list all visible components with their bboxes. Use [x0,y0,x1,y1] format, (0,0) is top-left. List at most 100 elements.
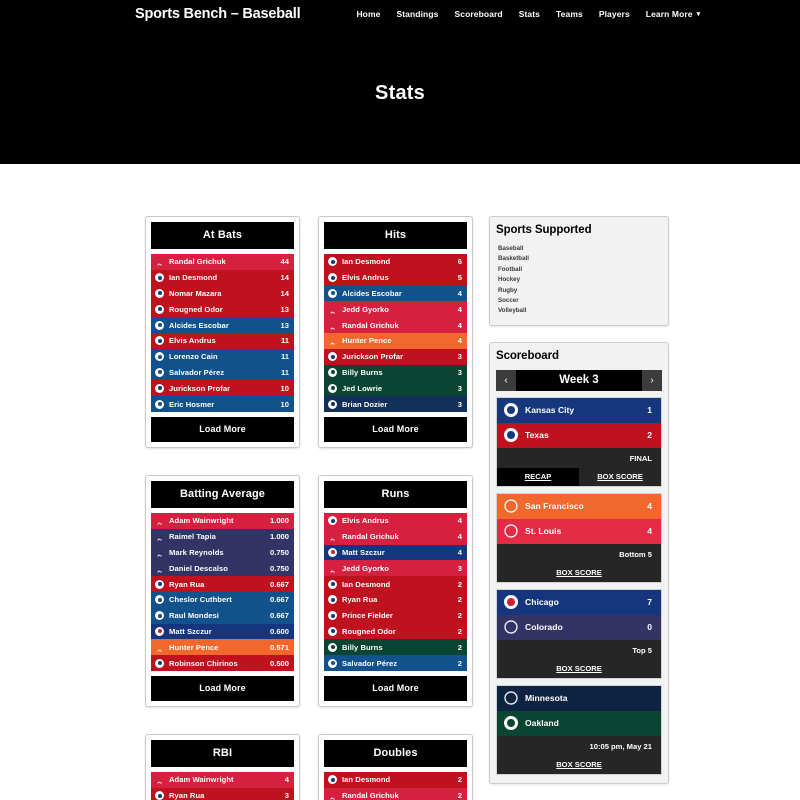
sport-list-item[interactable]: Rugby [498,286,662,296]
stat-row[interactable]: Robinson Chirinos 0.500 [151,655,294,671]
stat-row[interactable]: Ryan Rua 2 [324,591,467,608]
stat-row[interactable]: Ian Desmond 6 [324,254,467,270]
sports-supported-title: Sports Supported [496,224,592,236]
nav-item-home[interactable]: Home [356,9,380,19]
sport-list-item[interactable]: Baseball [498,244,662,254]
stat-row[interactable]: Ian Desmond 2 [324,771,467,788]
stat-row[interactable]: Adam Wainwright 1.000 [151,512,294,529]
stat-row[interactable]: Brian Dozier 3 [324,396,467,412]
stat-row[interactable]: Lorenzo Cain 11 [151,348,294,365]
home-team-row[interactable]: Texas 2 [497,422,661,448]
home-team-row[interactable]: St. Louis 4 [497,518,661,544]
stat-row[interactable]: Daniel Descalso 0.750 [151,560,294,577]
nav-item-standings[interactable]: Standings [396,9,438,19]
stat-row[interactable]: Randal Grichuk 44 [151,254,294,270]
stat-row[interactable]: Elvis Andrus 5 [324,269,467,286]
team-logo-icon [155,320,164,330]
stat-row[interactable]: Matt Szczur 0.600 [151,623,294,640]
stat-row[interactable]: Alcides Escobar 4 [324,285,467,302]
load-more-button[interactable]: Load More [151,416,294,442]
nav-item-teams[interactable]: Teams [556,9,583,19]
stat-value: 3 [457,367,462,377]
stat-value: 4 [457,532,462,542]
box-score-link[interactable]: BOX SCORE [497,756,661,774]
stat-card-rows: Elvis Andrus 4 Randal Grichuk 4 Matt Szczur 4… [324,512,467,671]
stat-card-runs: Runs Elvis Andrus 4 Randal Grichuk 4 Matt Szc… [318,474,473,707]
chevron-left-icon[interactable]: ‹ [496,369,516,391]
stat-row[interactable]: Rougned Odor 2 [324,623,467,640]
team-logo-icon [504,499,518,514]
sport-list-item[interactable]: Hockey [498,275,662,285]
load-more-button[interactable]: Load More [151,675,294,701]
stat-value: 11 [280,367,289,377]
stat-row[interactable]: Salvador Pérez 2 [324,655,467,671]
team-logo-icon [328,547,337,557]
away-team-row[interactable]: Kansas City 1 [497,397,661,423]
stat-row[interactable]: Ryan Rua 3 [151,787,294,800]
stat-row[interactable]: Cheslor Cuthbert 0.667 [151,591,294,608]
player-name: Rougned Odor [342,626,396,636]
stat-row[interactable]: Jedd Gyorko 3 [324,560,467,577]
stat-value: 6 [457,257,462,267]
player-name: Alcides Escobar [169,320,229,330]
stat-row[interactable]: Nomar Mazara 14 [151,285,294,302]
chevron-right-icon[interactable]: › [642,369,662,391]
stat-card-rows: Adam Wainwright4Ryan Rua3Robinson Chirin… [151,771,294,800]
stat-row[interactable]: Salvador Pérez 11 [151,364,294,381]
nav-item-scoreboard[interactable]: Scoreboard [454,9,502,19]
nav-item-stats[interactable]: Stats [519,9,540,19]
stat-row[interactable]: Eric Hosmer 10 [151,396,294,412]
box-score-link[interactable]: BOX SCORE [579,468,661,486]
scoreboard-widget: Scoreboard ‹ Week 3 › Kansas City 1 Texas 2… [489,341,669,784]
stat-row[interactable]: Matt Szczur 4 [324,544,467,561]
stat-row[interactable]: Elvis Andrus 4 [324,512,467,529]
stat-row[interactable]: Randal Grichuk 4 [324,317,467,333]
recap-link[interactable]: RECAP [497,467,579,486]
load-more-button[interactable]: Load More [324,675,467,701]
stat-row[interactable]: Hunter Pence 0.571 [151,639,294,656]
player-name: Hunter Pence [342,336,392,346]
stat-row[interactable]: Raimel Tapia 1.000 [151,528,294,545]
nav-item-players[interactable]: Players [599,9,630,19]
stat-row[interactable]: Raul Mondesi 0.667 [151,607,294,624]
team-logo-icon [155,352,164,362]
box-score-link[interactable]: BOX SCORE [497,660,661,678]
stat-row[interactable]: Billy Burns 2 [324,639,467,656]
scoreboard-title: Scoreboard [496,349,559,362]
scoreboard-game: Chicago 7 Colorado 0 Top 5 BOX SCORE [496,588,662,679]
sport-list-item[interactable]: Soccer [498,296,662,306]
stat-row[interactable]: Jed Lowrie 3 [324,380,467,397]
stat-row[interactable]: Jurickson Profar 3 [324,348,467,365]
stat-row[interactable]: Randal Grichuk 4 [324,528,467,545]
player-name: Alcides Escobar [342,288,402,298]
stat-row[interactable]: Rougned Odor 13 [151,301,294,318]
stat-row[interactable]: Mark Reynolds 0.750 [151,544,294,561]
stat-value: 3 [457,352,462,362]
home-team-row[interactable]: Colorado 0 [497,614,661,640]
stat-row[interactable]: Jedd Gyorko 4 [324,301,467,318]
stat-value: 3 [457,383,462,393]
stat-row[interactable]: Jurickson Profar 10 [151,380,294,397]
site-brand[interactable]: Sports Bench – Baseball [135,6,301,22]
away-team-row[interactable]: San Francisco 4 [497,493,661,519]
sport-list-item[interactable]: Football [498,265,662,275]
stat-row[interactable]: Ian Desmond 2 [324,576,467,592]
stat-row[interactable]: Randal Grichuk 2 [324,787,467,800]
load-more-button[interactable]: Load More [324,416,467,442]
stat-row[interactable]: Billy Burns 3 [324,364,467,381]
away-team-row[interactable]: Minnesota [497,685,661,711]
stat-row[interactable]: Elvis Andrus 11 [151,332,294,349]
stat-row[interactable]: Adam Wainwright 4 [151,771,294,788]
sport-list-item[interactable]: Volleyball [498,306,662,316]
box-score-link[interactable]: BOX SCORE [497,564,661,582]
stat-row[interactable]: Hunter Pence 4 [324,332,467,349]
stat-row[interactable]: Prince Fielder 2 [324,607,467,624]
stat-row[interactable]: Alcides Escobar 13 [151,317,294,333]
team-logo-icon [155,658,164,668]
away-team-row[interactable]: Chicago 7 [497,589,661,615]
stat-row[interactable]: Ryan Rua 0.667 [151,576,294,592]
sport-list-item[interactable]: Basketball [498,254,662,264]
home-team-row[interactable]: Oakland [497,710,661,736]
nav-item-learn-more[interactable]: Learn More ▾ [646,9,700,19]
stat-row[interactable]: Ian Desmond 14 [151,269,294,286]
